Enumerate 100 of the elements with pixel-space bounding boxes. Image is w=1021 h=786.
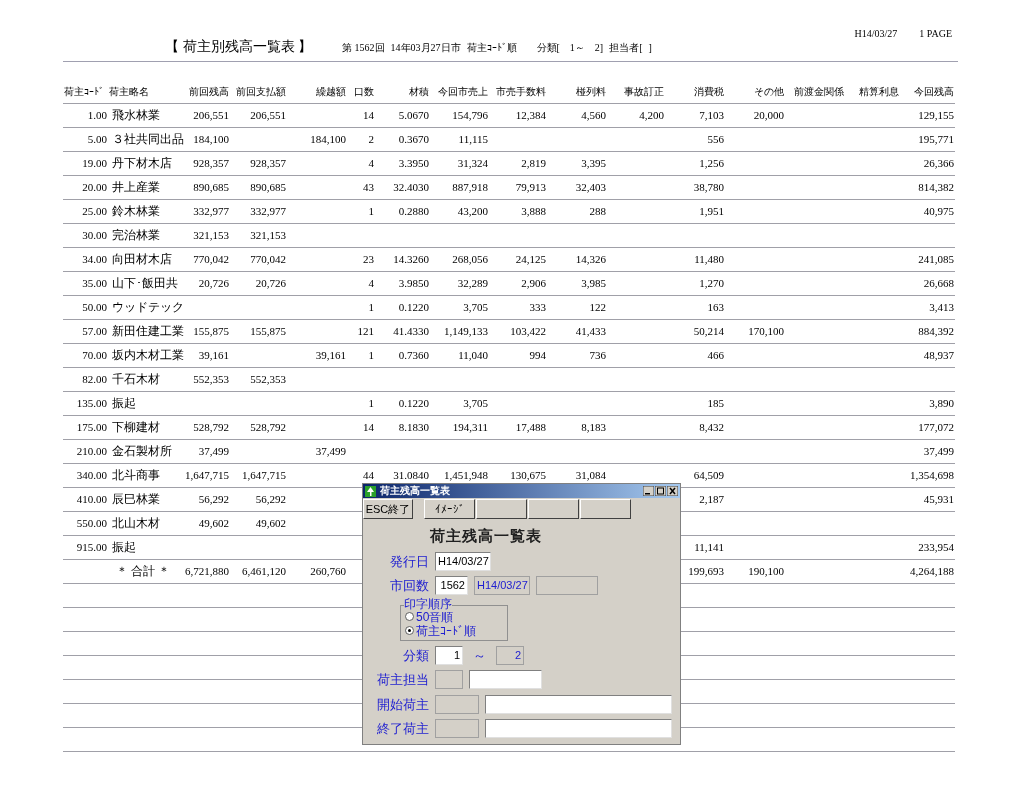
page-number: 1 PAGE xyxy=(919,27,952,41)
name-cell: 振起 xyxy=(112,396,136,410)
table-cell: 31,324 xyxy=(457,156,488,169)
table-cell: 163 xyxy=(707,300,724,313)
table-cell: 49,602 xyxy=(255,516,286,529)
total-label: ＊ 合計 ＊ xyxy=(116,564,170,578)
table-cell: 44 xyxy=(363,468,374,481)
table-cell: 466 xyxy=(707,348,724,361)
table-cell: 43 xyxy=(363,180,374,193)
table-cell: 56,292 xyxy=(198,492,229,505)
table-cell: 184,100 xyxy=(193,132,229,145)
code-cell: 1.00 xyxy=(87,108,107,121)
code-cell: 19.00 xyxy=(82,156,107,169)
print-date: H14/03/27 xyxy=(854,27,898,41)
toolbar-button[interactable]: ｲﾒｰｼﾞ xyxy=(424,499,475,519)
table-cell: 4 xyxy=(368,156,374,169)
table-cell: 14,326 xyxy=(575,252,606,265)
name-cell: 井上産業 xyxy=(112,180,160,194)
input-field[interactable] xyxy=(469,670,542,690)
table-cell: 14 xyxy=(363,420,374,433)
table-cell: 321,153 xyxy=(250,228,286,241)
column-header: 今回市売上 xyxy=(430,80,489,103)
name-cell: 完治林業 xyxy=(112,228,160,242)
name-cell: 北斗商事 xyxy=(112,468,160,482)
table-cell: 129,155 xyxy=(918,108,954,121)
name-cell: 金石製材所 xyxy=(112,444,172,458)
input-field[interactable] xyxy=(485,694,672,714)
table-cell: 20,726 xyxy=(198,276,229,289)
toolbar-button[interactable] xyxy=(476,499,527,519)
form-heading: 荷主残高一覧表 xyxy=(430,526,543,546)
toolbar-button[interactable] xyxy=(580,499,631,519)
table-cell: 321,153 xyxy=(193,228,229,241)
radio-label: 荷主ｺｰﾄﾞ順 xyxy=(416,623,476,638)
table-cell: 194,311 xyxy=(452,420,488,433)
input-field[interactable] xyxy=(485,719,672,739)
table-cell: 185 xyxy=(707,396,724,409)
code-cell: 20.00 xyxy=(82,180,107,193)
radio-button[interactable] xyxy=(405,612,414,621)
table-cell: 41.4330 xyxy=(393,324,429,337)
table-cell: 184,100 xyxy=(310,132,346,145)
name-cell: 新田住建工業 xyxy=(112,324,184,338)
table-cell: 556 xyxy=(707,132,724,145)
tilde-separator: ～ xyxy=(472,646,487,665)
table-cell: 20,726 xyxy=(255,276,286,289)
table-cell: 3,395 xyxy=(581,156,606,169)
table-cell: 103,422 xyxy=(510,324,546,337)
table-cell: 7,103 xyxy=(699,108,724,121)
table-cell: 17,488 xyxy=(515,420,546,433)
radio-button[interactable] xyxy=(405,626,414,635)
name-cell: 飛水林業 xyxy=(112,108,160,122)
table-cell: 2,187 xyxy=(699,492,724,505)
table-cell: 2 xyxy=(368,132,374,145)
report-info: 担当者[ xyxy=(609,41,643,55)
table-cell: 5.0670 xyxy=(398,108,429,121)
table-cell: 122 xyxy=(589,300,606,313)
table-cell: 43,200 xyxy=(457,204,488,217)
table-cell: 31,084 xyxy=(575,468,606,481)
table-cell: 770,042 xyxy=(193,252,229,265)
table-cell: 770,042 xyxy=(250,252,286,265)
name-cell: 坂内木材工業 xyxy=(112,348,184,362)
input-field[interactable]: H14/03/27 xyxy=(435,551,491,571)
table-cell: 4,264,188 xyxy=(910,564,954,577)
code-cell: 82.00 xyxy=(82,372,107,385)
table-cell: 1,647,715 xyxy=(242,468,286,481)
table-cell: 3,890 xyxy=(929,396,954,409)
name-cell: ウッドテック xyxy=(112,300,184,314)
table-cell: 6,721,880 xyxy=(185,564,229,577)
toolbar-button[interactable]: ESC終了 xyxy=(363,499,413,519)
column-header: その他 xyxy=(725,80,785,103)
table-cell: 0.1220 xyxy=(398,396,429,409)
column-header: 消費税 xyxy=(665,80,725,103)
table-cell: 928,357 xyxy=(193,156,229,169)
table-cell: 3,888 xyxy=(521,204,546,217)
table-cell: 552,353 xyxy=(193,372,229,385)
table-cell: 32,403 xyxy=(575,180,606,193)
toolbar-button[interactable] xyxy=(528,499,579,519)
table-cell: 890,685 xyxy=(193,180,229,193)
input-field[interactable]: 1562 xyxy=(435,576,468,596)
table-cell: 23 xyxy=(363,252,374,265)
table-cell: 288 xyxy=(589,204,606,217)
table-cell: 26,668 xyxy=(923,276,954,289)
maximize-button[interactable] xyxy=(655,486,666,496)
name-cell: 鈴木林業 xyxy=(112,204,160,218)
code-cell: 35.00 xyxy=(82,276,107,289)
code-cell: 70.00 xyxy=(82,348,107,361)
table-cell: 1,951 xyxy=(699,204,724,217)
table-cell: 1 xyxy=(368,396,374,409)
table-cell: 50,214 xyxy=(693,324,724,337)
code-cell: 340.00 xyxy=(76,468,107,481)
table-cell: 12,384 xyxy=(515,108,546,121)
table-cell: 11,141 xyxy=(694,540,724,553)
code-cell: 30.00 xyxy=(82,228,107,241)
close-button[interactable] xyxy=(667,486,678,496)
field-label: 市回数 xyxy=(389,577,429,595)
table-cell: 40,975 xyxy=(923,204,954,217)
table-cell: 32,289 xyxy=(457,276,488,289)
input-field[interactable]: 1 xyxy=(435,645,463,665)
minimize-button[interactable] xyxy=(643,486,654,496)
column-header: 繰越額 xyxy=(287,80,347,103)
column-header: 椪列料 xyxy=(547,80,607,103)
